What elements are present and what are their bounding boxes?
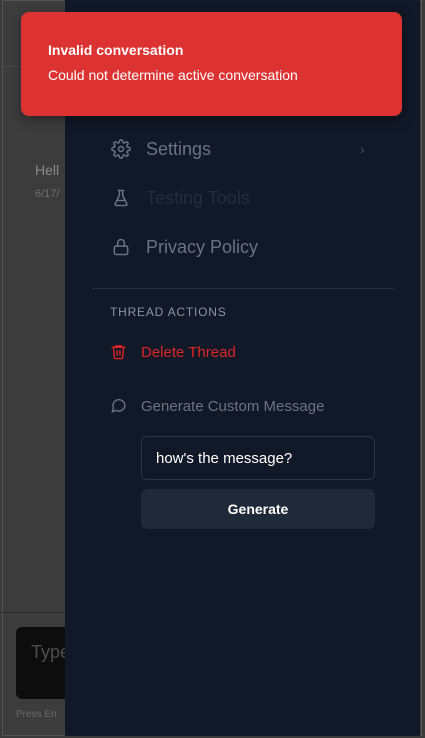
trash-icon (110, 343, 128, 361)
flask-icon (110, 187, 132, 209)
menu-item-settings[interactable]: Settings (110, 138, 211, 160)
menu-item-testing-label: Testing Tools (146, 187, 250, 208)
toast-title: Invalid conversation (48, 42, 184, 58)
chevron-right-icon: › (360, 141, 365, 157)
menu-item-settings-label: Settings (146, 138, 212, 159)
menu-divider (92, 288, 394, 289)
message-circle-icon (110, 397, 128, 415)
menu-item-testing[interactable]: Testing Tools (110, 187, 250, 209)
delete-thread-label: Delete Thread (141, 343, 236, 361)
menu-item-privacy-policy[interactable]: Privacy Policy (110, 236, 258, 258)
gear-icon (110, 138, 132, 160)
thread-actions-heading: THREAD ACTIONS (110, 305, 227, 319)
delete-thread-button[interactable]: Delete Thread (110, 343, 236, 361)
composer-divider (2, 612, 64, 613)
composer-hint: Press En (16, 709, 57, 720)
generate-custom-message-label: Generate Custom Message (141, 397, 325, 415)
thread-list-item-title: Hell (35, 162, 60, 178)
error-toast[interactable]: Invalid conversation Could not determine… (21, 12, 402, 116)
generate-button[interactable]: Generate (141, 489, 375, 529)
custom-message-input[interactable] (141, 436, 375, 480)
thread-list-item-date: 6/17/ (35, 188, 60, 200)
generate-custom-message-item[interactable]: Generate Custom Message (110, 397, 324, 415)
toast-message: Could not determine active conversation (48, 67, 298, 83)
menu-item-privacy-label: Privacy Policy (146, 236, 259, 257)
lock-icon (110, 236, 132, 258)
